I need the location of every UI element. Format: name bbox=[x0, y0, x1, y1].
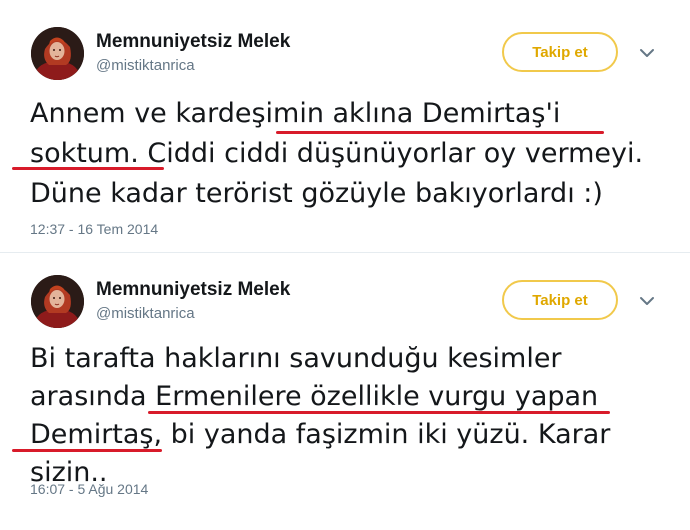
follow-button[interactable]: Takip et bbox=[502, 280, 618, 320]
tweet-card: Memnuniyetsiz Melek @mistiktanrica Takip… bbox=[0, 0, 690, 252]
red-underline-annotation bbox=[12, 167, 164, 170]
chevron-down-icon[interactable] bbox=[638, 292, 656, 310]
red-underline-annotation bbox=[276, 131, 604, 134]
red-underline-annotation bbox=[148, 411, 610, 414]
red-underline-annotation bbox=[12, 449, 162, 452]
user-handle[interactable]: @mistiktanrica bbox=[96, 305, 195, 322]
tweet-timestamp[interactable]: 16:07 - 5 Ağu 2014 bbox=[30, 481, 148, 497]
avatar[interactable] bbox=[31, 275, 84, 328]
follow-button[interactable]: Takip et bbox=[502, 32, 618, 72]
display-name[interactable]: Memnuniyetsiz Melek bbox=[96, 279, 290, 301]
tweet-text-line: Bi tarafta haklarını savunduğu kesimler bbox=[30, 343, 562, 374]
chevron-down-icon[interactable] bbox=[638, 44, 656, 62]
tweet-text: Annem ve kardeşimin aklına Demirtaş'i so… bbox=[30, 94, 670, 214]
avatar-image bbox=[31, 27, 84, 80]
display-name[interactable]: Memnuniyetsiz Melek bbox=[96, 31, 290, 53]
tweet-card: Memnuniyetsiz Melek @mistiktanrica Takip… bbox=[0, 252, 690, 530]
tweet-timestamp[interactable]: 12:37 - 16 Tem 2014 bbox=[30, 221, 158, 237]
user-handle[interactable]: @mistiktanrica bbox=[96, 57, 195, 74]
tweet-text: Bi tarafta haklarını savunduğu kesimler … bbox=[30, 340, 670, 492]
avatar-image bbox=[31, 275, 84, 328]
avatar[interactable] bbox=[31, 27, 84, 80]
tweet-text-line: Düne kadar terörist gözüyle bakıyorlardı… bbox=[30, 178, 603, 209]
tweet-text-line: Annem ve kardeşimin aklına Demirtaş'i bbox=[30, 98, 561, 129]
